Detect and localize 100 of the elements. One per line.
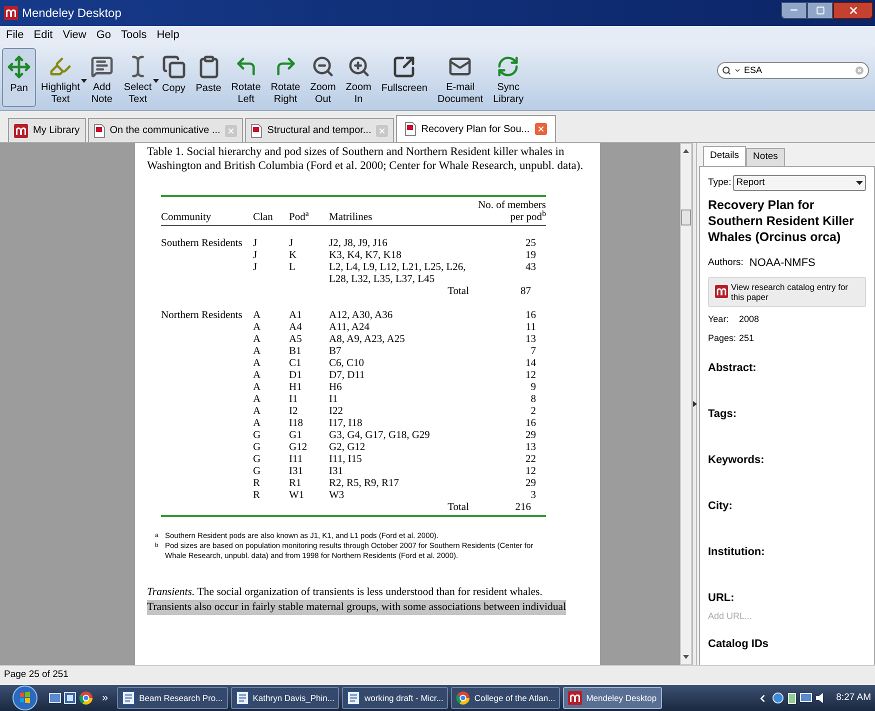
table-cell-text: I11 <box>289 454 304 466</box>
move-icon <box>7 55 31 79</box>
dropdown-caret-icon <box>856 181 863 185</box>
toolbar-button[interactable]: Select Text <box>118 48 157 107</box>
toolbar-button[interactable]: Zoom Out <box>305 48 341 107</box>
table-cell-text: R2, R5, R9, R17 <box>329 478 400 490</box>
table-cell-text: G3, G4, G17, G18, G29 <box>329 430 431 442</box>
window-title: Mendeley Desktop <box>22 5 122 22</box>
close-icon <box>227 126 236 134</box>
table-cell-text: A11, A24 <box>329 322 370 334</box>
scrollbar[interactable] <box>680 143 692 665</box>
table-cell-text: L <box>289 262 296 274</box>
minimize-button[interactable] <box>781 2 807 18</box>
start-orb-icon[interactable] <box>12 685 38 711</box>
table-cell-text: I11, I15 <box>329 454 363 466</box>
table-cell-text: G12 <box>289 442 308 454</box>
authors-label: Authors: <box>708 256 744 270</box>
table-cell-text: J <box>253 262 258 274</box>
search-field[interactable]: ESA <box>717 62 869 79</box>
tab-close-button[interactable] <box>534 123 547 135</box>
section-label: Abstract: <box>708 360 758 376</box>
window-switch-icon[interactable] <box>64 692 76 704</box>
table-cell-text: A <box>253 310 262 322</box>
toolbar-button[interactable]: Highlight Text <box>36 48 85 107</box>
toolbar-button[interactable]: Sync Library <box>488 48 529 107</box>
document-tab[interactable]: My Library <box>8 118 86 142</box>
catalog-entry-button[interactable]: View research catalog entry for this paper <box>708 276 866 306</box>
copy-icon <box>162 55 186 79</box>
close-button[interactable] <box>833 2 873 18</box>
menu-item[interactable]: File <box>6 27 24 44</box>
table-cell-text: W3 <box>329 490 346 502</box>
taskbar-button[interactable]: working draft - Micr... <box>342 687 448 709</box>
document-icon <box>122 691 136 705</box>
table-cell-text: 9 <box>530 382 536 394</box>
mendeley-logo-icon <box>14 124 28 138</box>
toolbar-button[interactable]: Copy <box>156 48 191 107</box>
table-cell-text: G2, G12 <box>329 442 366 454</box>
table-cell-text: A1 <box>289 310 303 322</box>
maximize-button[interactable] <box>807 2 833 18</box>
table-cell-text: W1 <box>289 490 306 502</box>
document-icon <box>347 691 360 705</box>
toolbar-button[interactable]: Paste <box>190 48 226 107</box>
menu-item[interactable]: Help <box>156 27 180 44</box>
dropdown-caret-icon <box>152 79 159 83</box>
table-cell-text: 22 <box>524 454 536 466</box>
menu-item[interactable]: Go <box>96 27 112 44</box>
table-cell-text: A5 <box>289 334 303 346</box>
toolbar-button[interactable]: Pan <box>2 48 36 107</box>
dropdown-caret-icon <box>80 79 87 83</box>
clock[interactable]: 8:27 AM <box>836 690 871 706</box>
table-cell-text: A4 <box>289 322 303 334</box>
table-cell-text: 7 <box>530 346 536 358</box>
desktop-icon[interactable] <box>49 692 61 704</box>
document-tab[interactable]: On the communicative ... <box>88 118 244 142</box>
type-dropdown[interactable]: Report <box>733 175 866 191</box>
table-cell-text: 19 <box>524 250 536 262</box>
toolbar-button[interactable]: Zoom In <box>340 48 376 107</box>
battery-icon[interactable] <box>788 692 796 704</box>
table-cell-text: A <box>253 346 262 358</box>
document-tab[interactable]: Recovery Plan for Sou... <box>396 115 556 142</box>
taskbar-button[interactable]: Kathryn Davis_Phin... <box>230 687 340 709</box>
section-label: URL: <box>708 590 736 606</box>
menu-item[interactable]: View <box>62 27 86 44</box>
toolbar-button[interactable]: Rotate Left <box>226 48 266 107</box>
table-cell-text: G <box>253 466 262 478</box>
taskbar-button[interactable]: Mendeley Desktop <box>563 687 662 709</box>
toolbar-button[interactable]: E-mail Document <box>432 48 488 107</box>
table-cell-text: G <box>253 454 262 466</box>
taskbar-button[interactable]: College of the Atlan... <box>451 687 560 709</box>
table-cell-text: 12 <box>524 466 536 478</box>
toolbar-button[interactable]: Rotate Right <box>266 48 306 107</box>
toolbar-button[interactable]: Fullscreen <box>376 48 432 107</box>
overflow-chevron[interactable]: » <box>102 690 108 706</box>
toolbar-button[interactable]: Add Note <box>84 48 119 107</box>
network-icon[interactable] <box>772 692 784 704</box>
panel-tab[interactable]: Details <box>703 146 746 166</box>
table-cell-text: 13 <box>524 334 536 346</box>
table-cell-text: 25 <box>524 238 536 250</box>
monitor-icon[interactable] <box>800 692 812 704</box>
collapse-arrow-icon[interactable] <box>693 401 697 407</box>
section-label: Tags: <box>708 406 738 422</box>
taskbar-button[interactable]: Beam Research Pro... <box>117 687 228 709</box>
url-field[interactable]: Add URL... <box>708 610 848 624</box>
authors-value: NOAA-NMFS <box>749 256 816 271</box>
panel-tab[interactable]: Notes <box>746 148 785 166</box>
section-label: Keywords: <box>708 452 766 468</box>
refresh-icon <box>496 55 520 78</box>
browser-icon <box>79 691 93 705</box>
field-label: Pages: <box>708 332 738 345</box>
search-icon <box>722 66 731 75</box>
table-cell-text: 14 <box>524 358 536 370</box>
document-tab[interactable]: Structural and tempor... <box>245 118 394 142</box>
document-title: Recovery Plan for Southern Resident Killer Whales (Orcinus orca) <box>708 197 855 245</box>
pdf-file-icon <box>405 122 416 136</box>
menu-item[interactable]: Tools <box>121 27 147 44</box>
table-cell-text: C6, C10 <box>329 358 366 370</box>
table-cell-text: I18 <box>289 418 304 430</box>
menu-item[interactable]: Edit <box>34 27 53 44</box>
table-cell-text: H6 <box>329 382 343 394</box>
table-cell-text: 87 <box>520 286 531 298</box>
